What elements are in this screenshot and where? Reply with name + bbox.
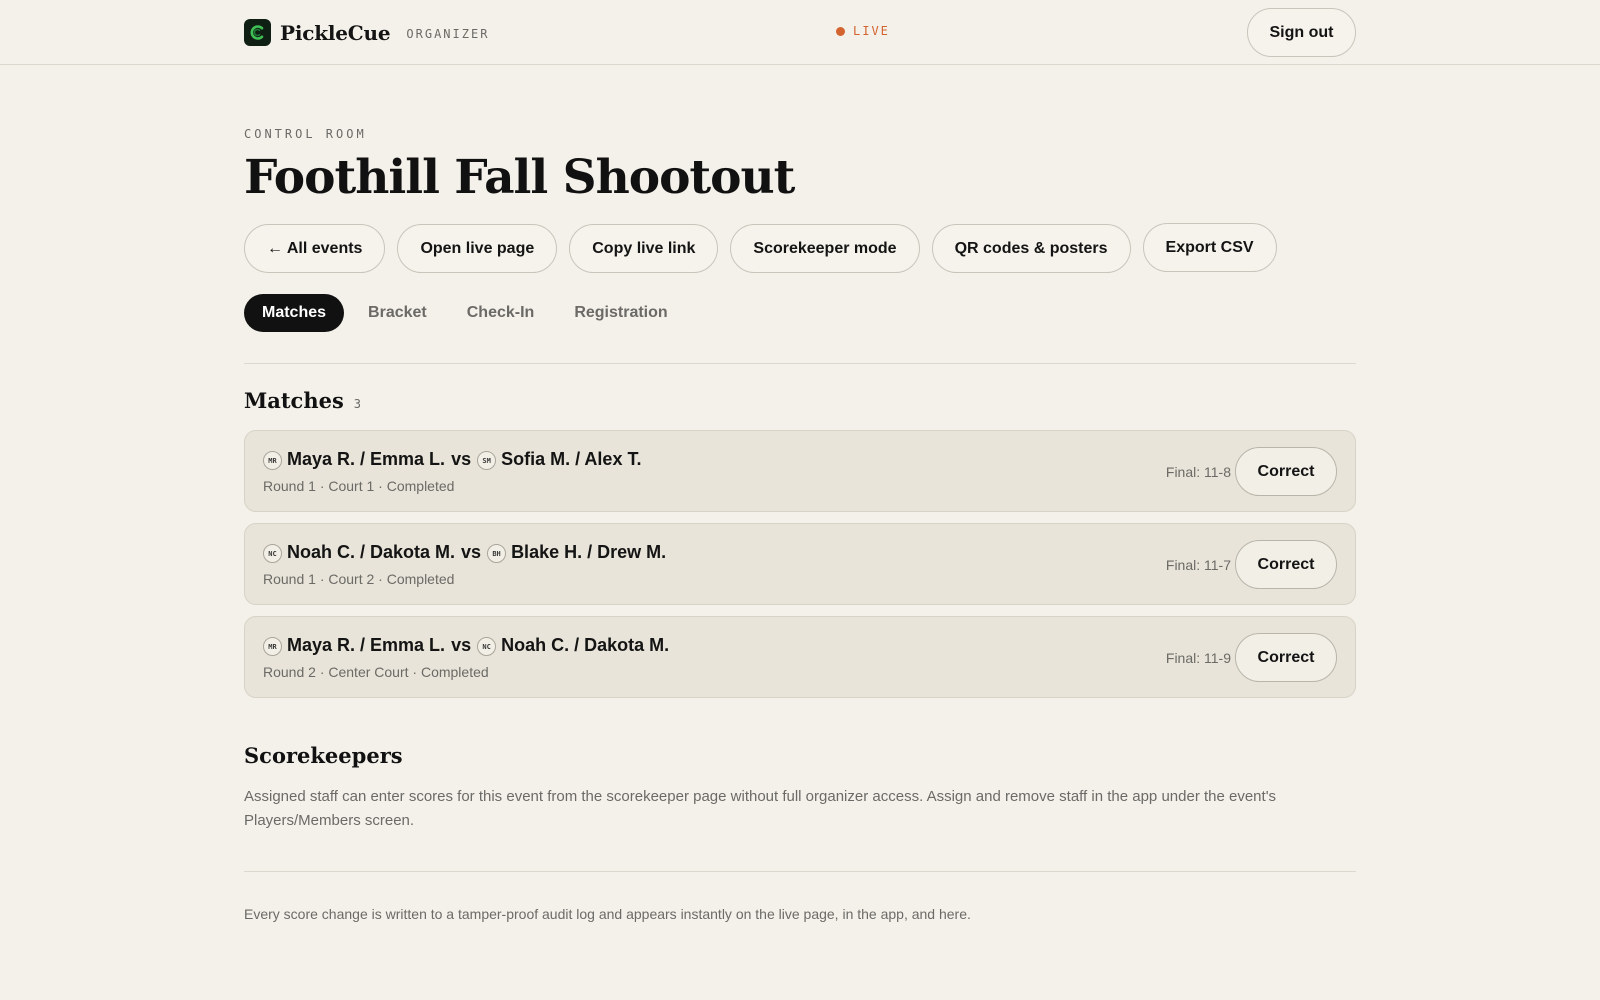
matches-heading: Matches 3 bbox=[244, 388, 361, 413]
top-bar: PickleCue ORGANIZER LIVE Sign out bbox=[0, 0, 1600, 65]
open-live-page-button[interactable]: Open live page bbox=[397, 224, 558, 273]
team-avatar: MR bbox=[263, 451, 282, 470]
match-meta: Round 1 · Court 2 · Completed bbox=[263, 571, 455, 587]
team-one: Maya R. / Emma L. bbox=[287, 635, 446, 655]
vs-label: vs bbox=[461, 542, 482, 562]
team-avatar: NC bbox=[477, 637, 497, 656]
match-teams: NC Noah C. / Dakota M. vs BH Blake H. / … bbox=[263, 542, 666, 563]
brand-name: PickleCue bbox=[280, 20, 391, 45]
team-one: Noah C. / Dakota M. bbox=[287, 542, 456, 562]
picklecue-logo-icon bbox=[244, 19, 271, 46]
correct-score-button[interactable]: Correct bbox=[1235, 633, 1337, 682]
team-two: Sofia M. / Alex T. bbox=[501, 449, 642, 469]
match-meta: Round 2 · Center Court · Completed bbox=[263, 664, 489, 680]
team-avatar: MR bbox=[263, 637, 282, 656]
brand[interactable]: PickleCue ORGANIZER bbox=[244, 19, 489, 46]
team-avatar: SM bbox=[477, 451, 497, 470]
scorekeepers-heading: Scorekeepers bbox=[244, 743, 403, 768]
all-events-button[interactable]: ← All events bbox=[244, 224, 386, 273]
page-title: Foothill Fall Shootout bbox=[244, 150, 795, 205]
match-teams: MR Maya R. / Emma L. vs SM Sofia M. / Al… bbox=[263, 449, 641, 470]
page-eyebrow: CONTROL ROOM bbox=[244, 127, 367, 141]
final-score: Final: 11-9 bbox=[1165, 650, 1231, 666]
audit-log-note: Every score change is written to a tampe… bbox=[244, 906, 971, 922]
live-dot-icon bbox=[836, 26, 845, 36]
match-meta: Round 1 · Court 1 · Completed bbox=[263, 478, 455, 494]
team-one: Maya R. / Emma L. bbox=[287, 449, 446, 469]
team-avatar: NC bbox=[263, 544, 282, 563]
divider bbox=[244, 871, 1356, 872]
final-score: Final: 11-8 bbox=[1165, 464, 1231, 480]
tab-registration[interactable]: Registration bbox=[556, 294, 685, 332]
scorekeeper-mode-button[interactable]: Scorekeeper mode bbox=[730, 224, 920, 273]
vs-label: vs bbox=[451, 449, 472, 469]
final-score: Final: 11-7 bbox=[1165, 557, 1231, 573]
qr-codes-posters-button[interactable]: QR codes & posters bbox=[931, 224, 1131, 273]
scorekeepers-description: Assigned staff can enter scores for this… bbox=[244, 788, 1277, 829]
copy-live-link-button[interactable]: Copy live link bbox=[569, 224, 719, 273]
correct-score-button[interactable]: Correct bbox=[1235, 447, 1337, 496]
role-tag: ORGANIZER bbox=[406, 26, 490, 41]
tab-matches[interactable]: Matches bbox=[244, 294, 345, 332]
export-csv-button[interactable]: Export CSV bbox=[1142, 223, 1277, 272]
sign-out-button[interactable]: Sign out bbox=[1247, 8, 1356, 57]
action-bar: ← All events Open live page Copy live li… bbox=[244, 223, 1277, 273]
tab-bracket[interactable]: Bracket bbox=[350, 294, 445, 332]
match-card[interactable]: MR Maya R. / Emma L. vs SM Sofia M. / Al… bbox=[244, 430, 1356, 512]
team-two: Noah C. / Dakota M. bbox=[501, 635, 670, 655]
matches-title: Matches bbox=[244, 388, 344, 413]
match-teams: MR Maya R. / Emma L. vs NC Noah C. / Dak… bbox=[263, 635, 669, 656]
match-card[interactable]: MR Maya R. / Emma L. vs NC Noah C. / Dak… bbox=[244, 616, 1356, 698]
vs-label: vs bbox=[451, 635, 472, 655]
team-two: Blake H. / Drew M. bbox=[511, 542, 667, 562]
tab-bar: Matches Bracket Check-In Registration bbox=[244, 294, 690, 332]
tab-check-in[interactable]: Check-In bbox=[449, 294, 553, 332]
live-label: LIVE bbox=[853, 24, 890, 38]
live-indicator: LIVE bbox=[836, 24, 890, 38]
correct-score-button[interactable]: Correct bbox=[1235, 540, 1337, 589]
divider bbox=[244, 363, 1356, 364]
team-avatar: BH bbox=[487, 544, 507, 563]
matches-count: 3 bbox=[353, 397, 362, 411]
match-card[interactable]: NC Noah C. / Dakota M. vs BH Blake H. / … bbox=[244, 523, 1356, 605]
